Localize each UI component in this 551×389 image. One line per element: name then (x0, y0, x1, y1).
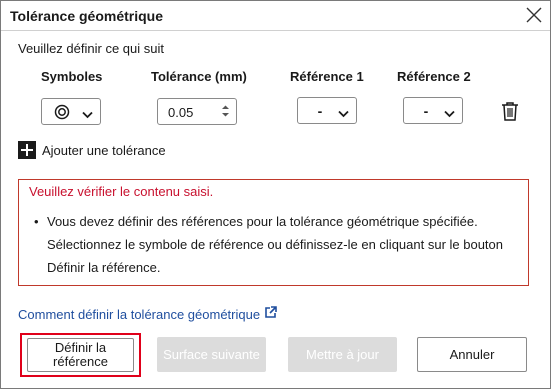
error-title: Veuillez vérifier le contenu saisi. (29, 184, 214, 199)
title-bar: Tolérance géométrique (1, 1, 550, 31)
column-header-tolerance: Tolérance (mm) (151, 69, 247, 84)
help-link[interactable]: Comment définir la tolérance géométrique (18, 306, 277, 322)
next-surface-button[interactable]: Surface suivante (157, 337, 266, 372)
reference-1-value: - (317, 103, 323, 119)
update-button[interactable]: Mettre à jour (288, 337, 397, 372)
add-tolerance-label: Ajouter une tolérance (42, 142, 166, 158)
chevron-down-icon (444, 106, 455, 121)
reference-2-value: - (423, 103, 429, 119)
external-link-icon (264, 306, 277, 322)
reference-1-select[interactable]: - (297, 97, 357, 124)
add-tolerance-button[interactable]: Ajouter une tolérance (18, 140, 166, 160)
geometric-tolerance-dialog: Tolérance géométrique Veuillez définir c… (0, 0, 551, 389)
chevron-down-icon (338, 106, 349, 121)
instruction-text: Veuillez définir ce qui suit (18, 41, 164, 56)
tolerance-input[interactable]: 0.05 (157, 98, 237, 125)
cancel-button[interactable]: Annuler (417, 337, 527, 372)
spinner-arrows-icon[interactable] (221, 104, 230, 121)
concentricity-icon (54, 104, 70, 123)
error-message: Vous devez définir des références pour l… (47, 214, 503, 275)
bullet-icon: • (34, 214, 39, 229)
column-header-reference-1: Référence 1 (290, 69, 364, 84)
symbol-select[interactable] (41, 98, 101, 125)
tolerance-value: 0.05 (168, 105, 194, 120)
define-reference-button[interactable]: Définir la référence (27, 338, 134, 372)
chevron-down-icon (82, 107, 93, 122)
plus-icon (18, 141, 36, 159)
trash-icon[interactable] (501, 101, 519, 124)
dialog-title: Tolérance géométrique (10, 8, 164, 24)
reference-2-select[interactable]: - (403, 97, 463, 124)
error-panel: Veuillez vérifier le contenu saisi. • Vo… (18, 179, 529, 286)
help-link-text: Comment définir la tolérance géométrique (18, 306, 261, 322)
column-header-reference-2: Référence 2 (397, 69, 471, 84)
column-header-symbols: Symboles (41, 69, 103, 84)
close-icon[interactable] (524, 5, 544, 25)
